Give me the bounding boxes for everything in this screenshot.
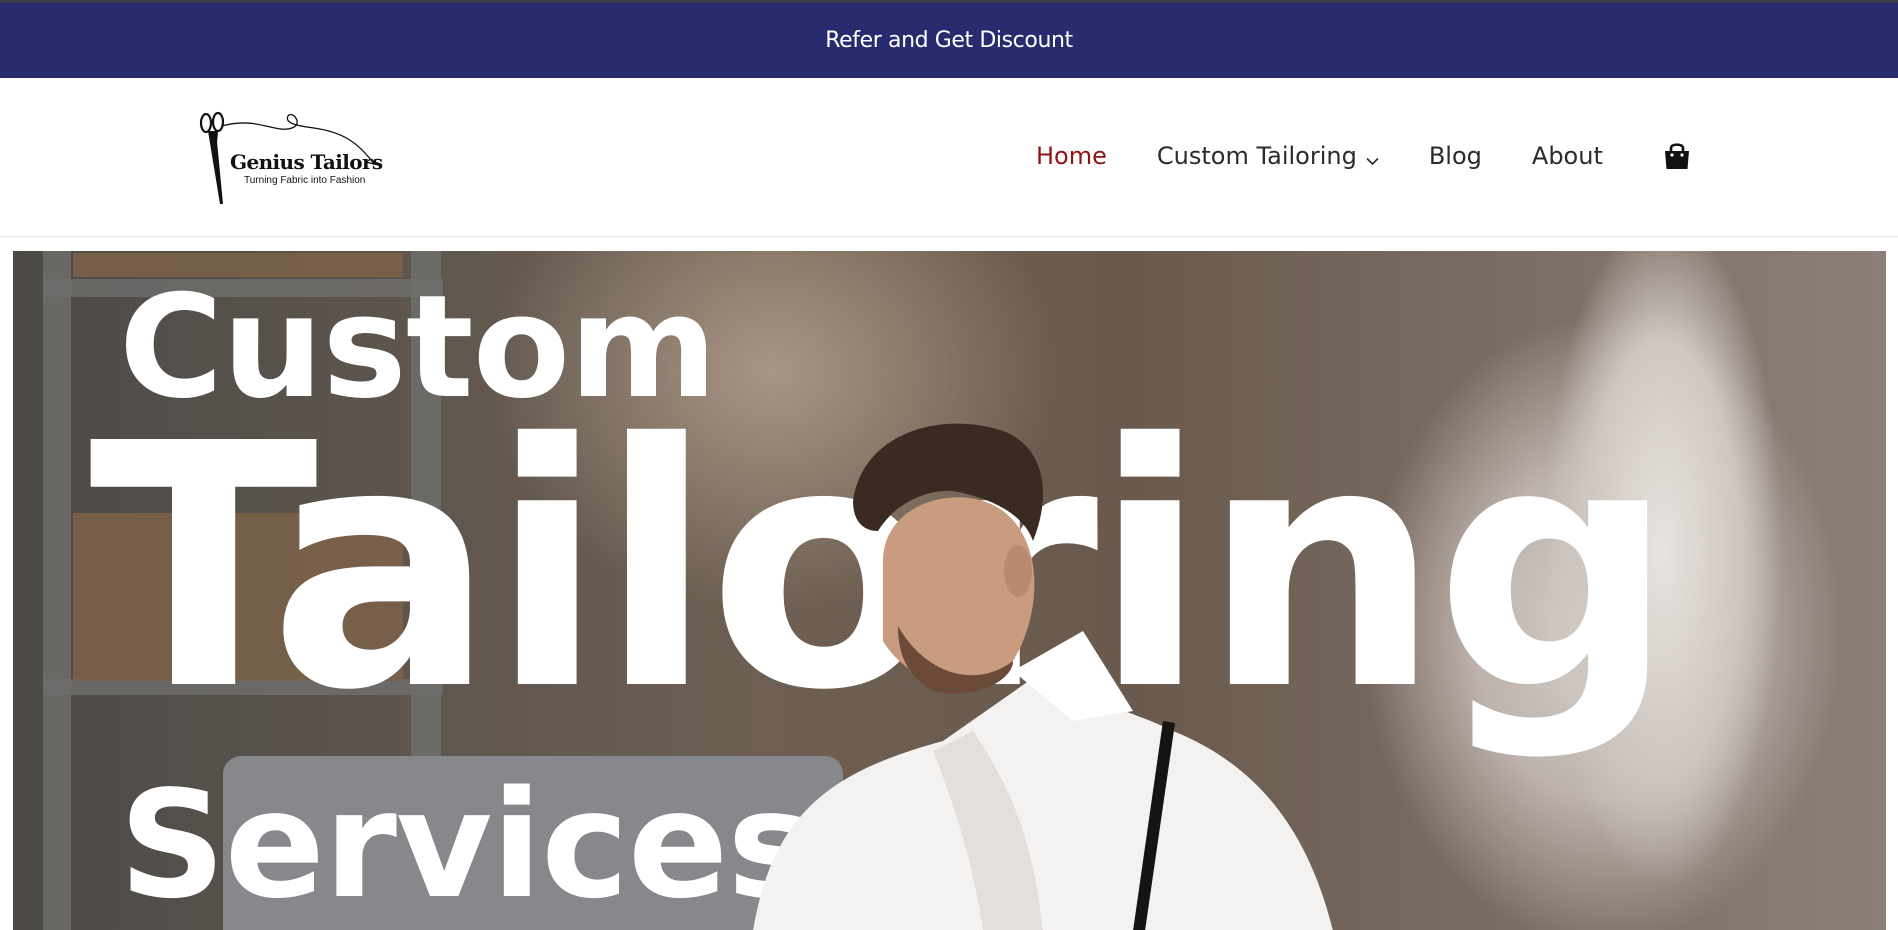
nav-item-custom-tailoring-label: Custom Tailoring (1156, 142, 1357, 170)
nav-item-about[interactable]: About (1532, 142, 1603, 170)
main-nav: Home Custom Tailoring Blog About (1036, 136, 1691, 176)
nav-item-custom-tailoring[interactable]: Custom Tailoring (1157, 140, 1379, 172)
nav-item-blog[interactable]: Blog (1429, 142, 1482, 170)
site-header: Genius Tailors Turning Fabric into Fashi… (0, 78, 1898, 237)
hero-title-services: Services (119, 759, 815, 930)
shopping-bag-icon (1664, 143, 1689, 169)
cart-button[interactable] (1663, 141, 1691, 171)
brand-tagline: Turning Fabric into Fashion (244, 175, 366, 186)
nav-item-home[interactable]: Home (1036, 142, 1107, 170)
site-logo[interactable]: Genius Tailors Turning Fabric into Fashi… (196, 106, 386, 206)
tailor-photo (753, 423, 1333, 930)
chevron-down-icon (1366, 144, 1379, 172)
hero-banner: Custom Tailoring Services (13, 251, 1886, 930)
brand-name: Genius Tailors (230, 150, 383, 174)
refer-discount-link[interactable]: Refer and Get Discount (825, 28, 1073, 53)
shelf-post (43, 251, 71, 930)
announcement-bar: Refer and Get Discount (0, 3, 1898, 78)
